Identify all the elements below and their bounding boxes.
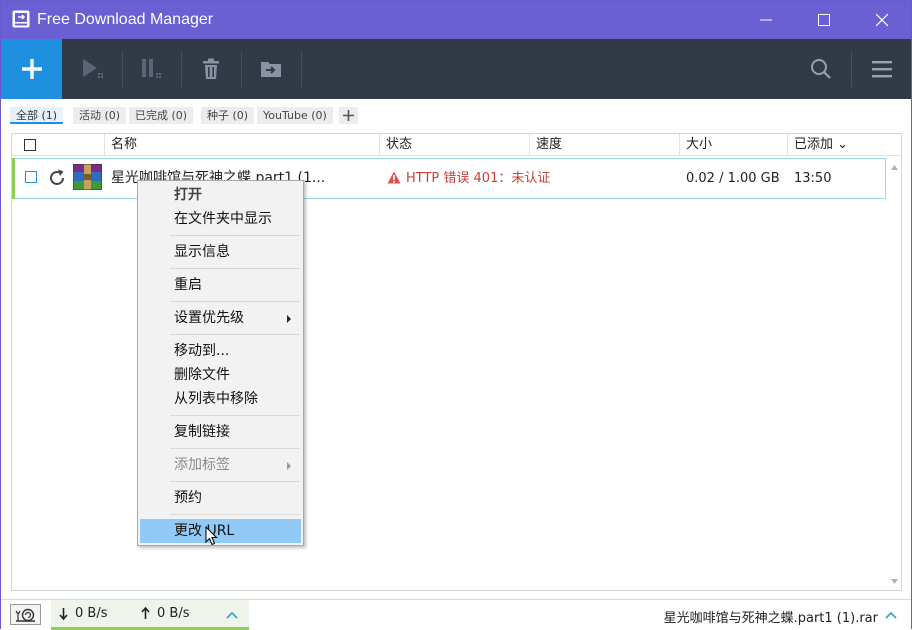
download-speed-value: 0 B/s xyxy=(75,606,108,621)
upload-speed-value: 0 B/s xyxy=(157,606,190,621)
list-header: 名称 状态 速度 大小 已添加 ⌄ xyxy=(12,134,901,156)
menu-delete-files[interactable]: 删除文件 xyxy=(138,363,303,387)
column-size[interactable]: 大小 xyxy=(679,134,787,156)
move-to-folder-button[interactable] xyxy=(242,39,300,99)
search-button[interactable] xyxy=(792,39,850,99)
column-name[interactable]: 名称 xyxy=(104,134,379,156)
download-size: 0.02 / 1.00 GB xyxy=(686,171,780,186)
menu-separator xyxy=(170,415,300,416)
minimize-icon xyxy=(760,19,772,21)
maximize-button[interactable] xyxy=(795,1,853,39)
menu-icon xyxy=(872,61,892,78)
column-status[interactable]: 状态 xyxy=(379,134,529,156)
menu-add-tag-label: 添加标签 xyxy=(174,457,230,473)
chevron-up-icon[interactable] xyxy=(226,611,238,619)
maximize-icon xyxy=(818,14,830,26)
upload-arrow-icon xyxy=(141,607,150,619)
menu-copy-link[interactable]: 复制链接 xyxy=(138,420,303,444)
menu-restart[interactable]: 重启 xyxy=(138,273,303,297)
status-bar: 0 B/s 0 B/s 星光咖啡馆与死神之蝶.part1 (1).rar xyxy=(1,599,911,630)
menu-change-url[interactable]: 更改 URL xyxy=(140,519,301,543)
add-download-button[interactable] xyxy=(1,39,62,99)
menu-separator xyxy=(170,481,300,482)
mouse-cursor-icon xyxy=(205,526,218,546)
download-added-time: 13:50 xyxy=(794,171,832,186)
plus-icon xyxy=(343,110,354,121)
column-added[interactable]: 已添加 ⌄ xyxy=(787,134,882,156)
plus-icon xyxy=(21,59,42,79)
scroll-down-button[interactable] xyxy=(889,576,899,586)
add-tag-button[interactable] xyxy=(339,107,358,124)
minimize-button[interactable] xyxy=(737,1,795,39)
status-current-file: 星光咖啡馆与死神之蝶.part1 (1).rar xyxy=(663,611,878,626)
toolbar-divider xyxy=(851,51,852,87)
menu-show-in-folder[interactable]: 在文件夹中显示 xyxy=(138,207,303,231)
toolbar-divider xyxy=(301,51,302,87)
select-all-checkbox[interactable] xyxy=(24,139,36,151)
menu-separator xyxy=(170,268,300,269)
download-arrow-icon xyxy=(59,608,68,620)
delete-button[interactable] xyxy=(182,39,240,99)
app-window: Free Download Manager 全部 (1) 活动 (0) 已完成 … xyxy=(0,0,912,630)
trash-icon xyxy=(203,58,219,79)
speed-limit-button[interactable] xyxy=(10,604,41,625)
fdm-logo-icon xyxy=(12,10,30,28)
chevron-up-icon xyxy=(890,164,898,170)
pause-icon xyxy=(142,59,161,78)
menu-remove-from-list[interactable]: 从列表中移除 xyxy=(138,387,303,411)
download-status: HTTP 错误 401：未认证 xyxy=(406,171,551,186)
row-status-accent xyxy=(12,158,15,199)
title-bar: Free Download Manager xyxy=(1,1,911,39)
submenu-arrow-icon xyxy=(287,462,291,470)
snail-icon xyxy=(15,608,35,622)
submenu-arrow-icon xyxy=(287,315,291,323)
move-folder-icon xyxy=(261,62,281,77)
warning-icon xyxy=(387,171,401,184)
row-checkbox[interactable] xyxy=(25,171,37,183)
menu-separator xyxy=(170,301,300,302)
context-menu: 打开 在文件夹中显示 显示信息 重启 设置优先级 移动到... 删除文件 从列表… xyxy=(137,180,304,546)
search-icon xyxy=(811,59,831,79)
menu-separator xyxy=(170,334,300,335)
speed-indicator[interactable]: 0 B/s 0 B/s xyxy=(51,600,249,630)
filter-torrents[interactable]: 种子 (0) xyxy=(201,107,255,124)
menu-set-priority[interactable]: 设置优先级 xyxy=(138,306,303,330)
menu-separator xyxy=(170,514,300,515)
filter-all[interactable]: 全部 (1) xyxy=(10,107,64,124)
chevron-down-icon xyxy=(890,578,898,584)
chevron-up-icon[interactable] xyxy=(885,611,897,619)
menu-move-to[interactable]: 移动到... xyxy=(138,339,303,363)
filter-bar: 全部 (1) 活动 (0) 已完成 (0) 种子 (0) YouTube (0) xyxy=(1,99,911,131)
window-title: Free Download Manager xyxy=(37,11,214,28)
toolbar xyxy=(1,39,911,99)
menu-separator xyxy=(170,235,300,236)
pause-button[interactable] xyxy=(123,39,181,99)
restart-icon[interactable] xyxy=(47,168,67,188)
close-icon xyxy=(876,14,888,26)
menu-show-info[interactable]: 显示信息 xyxy=(138,240,303,264)
play-icon xyxy=(83,59,103,78)
filter-completed[interactable]: 已完成 (0) xyxy=(129,107,194,124)
resume-button[interactable] xyxy=(64,39,122,99)
menu-set-priority-label: 设置优先级 xyxy=(174,310,244,326)
menu-open[interactable]: 打开 xyxy=(138,183,303,207)
main-menu-button[interactable] xyxy=(853,39,911,99)
filter-active[interactable]: 活动 (0) xyxy=(73,107,127,124)
menu-schedule[interactable]: 预约 xyxy=(138,486,303,510)
menu-separator xyxy=(170,448,300,449)
menu-add-tag: 添加标签 xyxy=(138,453,303,477)
scroll-up-button[interactable] xyxy=(889,162,899,172)
close-button[interactable] xyxy=(853,1,911,39)
column-speed[interactable]: 速度 xyxy=(529,134,679,156)
filter-youtube[interactable]: YouTube (0) xyxy=(257,107,333,124)
rar-archive-icon xyxy=(73,164,102,190)
